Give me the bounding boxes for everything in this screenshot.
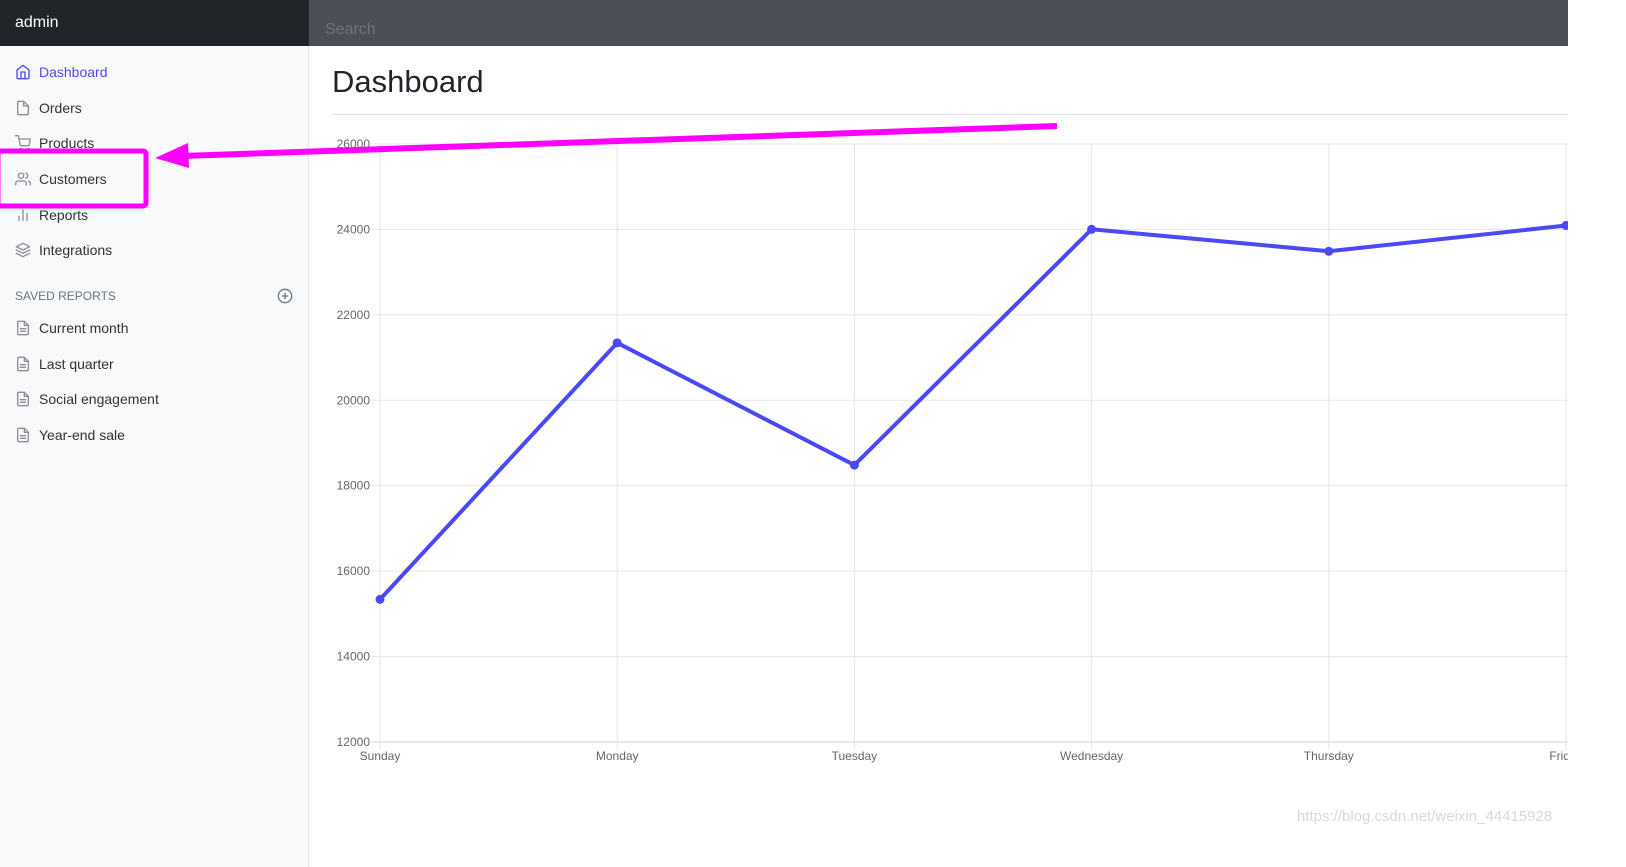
saved-reports-title: Saved reports bbox=[15, 289, 116, 304]
sidebar-item-label: Integrations bbox=[39, 242, 113, 259]
sidebar: Dashboard Orders Products Customers Repo… bbox=[0, 46, 309, 867]
saved-report-label: Last quarter bbox=[39, 355, 114, 372]
y-tick-label: 24000 bbox=[337, 222, 371, 236]
users-icon bbox=[15, 171, 31, 187]
sidebar-item-products[interactable]: Products bbox=[0, 125, 308, 161]
sidebar-item-label: Customers bbox=[39, 170, 107, 187]
main-content: Dashboard bbox=[332, 46, 1568, 115]
x-tick-label: Wednesday bbox=[1060, 749, 1123, 763]
sidebar-nav: Dashboard Orders Products Customers Repo… bbox=[0, 46, 308, 268]
saved-reports-heading: Saved reports bbox=[0, 282, 308, 310]
saved-report-label: Current month bbox=[39, 319, 129, 336]
file-text-icon bbox=[15, 320, 31, 336]
sidebar-item-dashboard[interactable]: Dashboard bbox=[0, 54, 308, 90]
sidebar-item-label: Dashboard bbox=[39, 63, 108, 80]
home-icon bbox=[15, 64, 31, 80]
title-divider bbox=[332, 114, 1568, 115]
sidebar-item-orders[interactable]: Orders bbox=[0, 90, 308, 126]
x-tick-label: Thursday bbox=[1304, 749, 1354, 763]
watermark: https://blog.csdn.net/weixin_44415928 bbox=[1297, 808, 1553, 825]
file-icon bbox=[15, 100, 31, 116]
sidebar-item-label: Products bbox=[39, 135, 95, 152]
series-line bbox=[378, 223, 1567, 601]
brand-logo[interactable]: admin bbox=[0, 0, 309, 46]
sidebar-item-label: Orders bbox=[39, 99, 82, 116]
y-tick-label: 12000 bbox=[337, 735, 371, 749]
y-tick-label: 18000 bbox=[337, 479, 371, 493]
y-tick-label: 22000 bbox=[337, 308, 371, 322]
saved-reports-list: Current month Last quarter Social engage… bbox=[0, 310, 308, 453]
page-title: Dashboard bbox=[332, 64, 484, 99]
data-point bbox=[612, 338, 622, 348]
sidebar-item-label: Reports bbox=[39, 206, 89, 223]
y-tick-label: 20000 bbox=[337, 393, 371, 407]
search-input[interactable] bbox=[309, 0, 1568, 46]
data-point bbox=[1324, 246, 1334, 256]
file-text-icon bbox=[15, 427, 31, 443]
saved-report-current-month[interactable]: Current month bbox=[0, 310, 308, 346]
x-tick-label: Monday bbox=[596, 749, 639, 763]
y-tick-label: 16000 bbox=[337, 564, 371, 578]
x-tick-label: Friday bbox=[1549, 749, 1568, 763]
saved-report-label: Year-end sale bbox=[39, 427, 125, 444]
y-tick-label: 26000 bbox=[337, 137, 371, 151]
file-text-icon bbox=[15, 356, 31, 372]
saved-report-social-engagement[interactable]: Social engagement bbox=[0, 382, 308, 418]
shopping-cart-icon bbox=[15, 135, 31, 151]
saved-report-label: Social engagement bbox=[39, 391, 159, 408]
data-point bbox=[1087, 224, 1097, 234]
sidebar-item-customers[interactable]: Customers bbox=[0, 161, 308, 197]
x-tick-label: Sunday bbox=[360, 749, 401, 763]
x-tick-label: Tuesday bbox=[832, 749, 878, 763]
y-tick-label: 14000 bbox=[337, 650, 371, 664]
sidebar-item-integrations[interactable]: Integrations bbox=[0, 232, 308, 268]
data-point bbox=[849, 460, 859, 470]
sidebar-item-reports[interactable]: Reports bbox=[0, 197, 308, 233]
top-navbar: admin bbox=[0, 0, 1568, 46]
bar-chart-icon bbox=[15, 207, 31, 223]
plus-circle-icon[interactable] bbox=[277, 288, 293, 304]
saved-report-year-end-sale[interactable]: Year-end sale bbox=[0, 417, 308, 453]
saved-report-last-quarter[interactable]: Last quarter bbox=[0, 346, 308, 382]
layers-icon bbox=[15, 242, 31, 258]
line-chart: 12000 14000 16000 18000 20000 22000 24000 26000… bbox=[337, 137, 1568, 763]
data-point bbox=[375, 594, 385, 604]
file-text-icon bbox=[15, 391, 31, 407]
data-point bbox=[1561, 221, 1568, 230]
